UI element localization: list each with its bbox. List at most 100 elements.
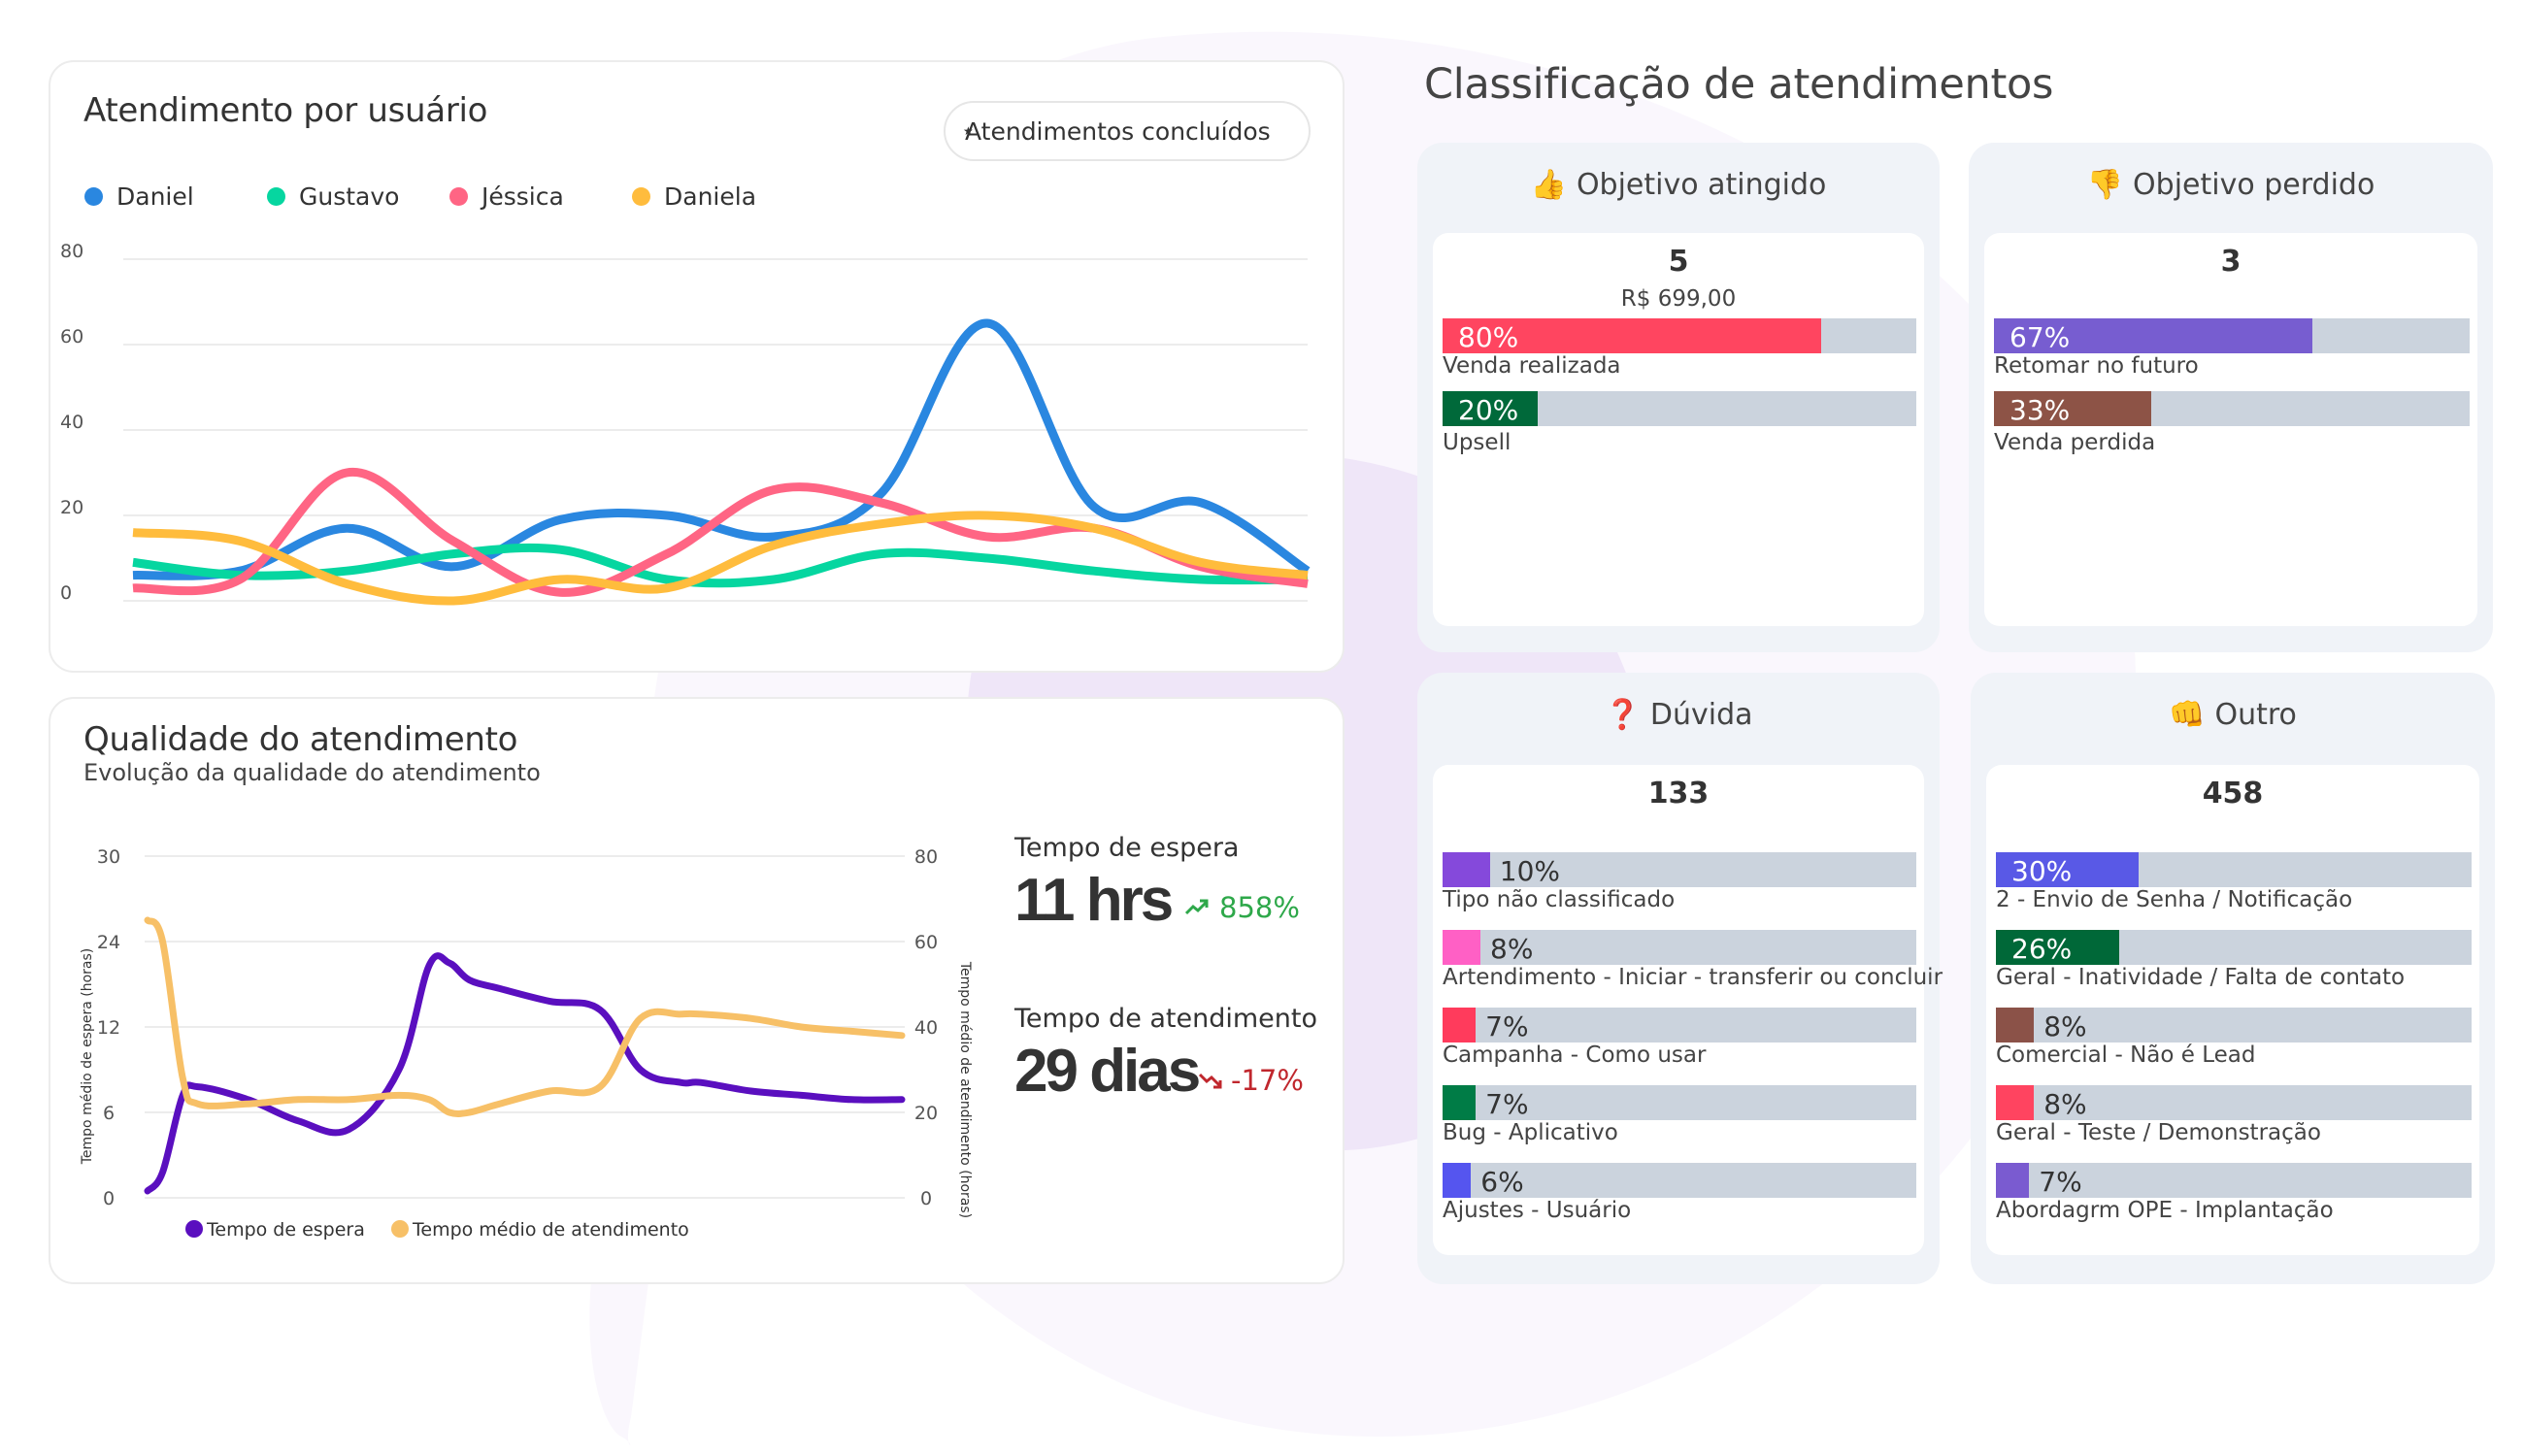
- legend-label: Tempo médio de atendimento: [412, 1219, 689, 1241]
- y-tick-label: 20: [60, 497, 83, 518]
- qualidade-card: Qualidade do atendimento Evolução da qua…: [49, 697, 1345, 1284]
- class-card-title: Objetivo atingido: [1576, 168, 1827, 202]
- class-card-outro: 👊 Outro 458 30% 2 - Envio de Senha / Notific…: [1971, 673, 2495, 1284]
- progress-bar: 7%: [1996, 1163, 2472, 1198]
- progress-bar-percent: 6%: [1480, 1166, 1524, 1198]
- progress-bar-percent: 67%: [2009, 321, 2071, 353]
- class-card-body: 5 R$ 699,00 80% Venda realizada 20% Upsell: [1433, 233, 1924, 626]
- progress-bar-fill: [1443, 1085, 1477, 1120]
- y-tick-label: 40: [60, 412, 83, 433]
- y-left-axis-title: Tempo médio de espera (horas): [80, 948, 95, 1166]
- class-card-objetivo-atingido: 👍 Objetivo atingido 5 R$ 699,00 80% Venda rea…: [1417, 143, 1940, 652]
- legend-item[interactable]: Tempo de espera: [185, 1219, 365, 1241]
- y-right-tick-label: 60: [914, 932, 938, 953]
- class-bar-row[interactable]: 6% Ajustes - Usuário: [1443, 1163, 1916, 1223]
- class-card-duvida: ❓ Dúvida 133 10% Tipo não classificado 8% Arte…: [1417, 673, 1943, 1284]
- progress-bar-label: Geral - Teste / Demonstração: [1996, 1120, 2321, 1145]
- class-card-header: 👍 Objetivo atingido: [1417, 168, 1940, 202]
- progress-bar: 7%: [1443, 1008, 1916, 1042]
- qualidade-line-chart: 0 6 12 24 30 0 20 40 60 80 Tempo médio de espera (…: [80, 846, 973, 1241]
- y-tick-label: 60: [60, 326, 83, 347]
- progress-bar: 67%: [1994, 318, 2470, 353]
- usuarios-card: Atendimento por usuário ★ Atendimentos c…: [49, 60, 1345, 673]
- progress-bar: 6%: [1443, 1163, 1916, 1198]
- class-bar-row[interactable]: 8% Comercial - Não é Lead: [1996, 1008, 2472, 1068]
- class-card-body: 458 30% 2 - Envio de Senha / Notificação 26…: [1986, 765, 2479, 1255]
- progress-bar-percent: 30%: [2011, 855, 2073, 887]
- progress-bar-label: Campanha - Como usar: [1443, 1042, 1707, 1068]
- y-right-tick-label: 0: [920, 1188, 932, 1209]
- progress-bar-label: Abordagrm OPE - Implantação: [1996, 1198, 2334, 1223]
- stat-label: Tempo de espera: [1014, 833, 1240, 863]
- progress-bar: 80%: [1443, 318, 1916, 353]
- progress-bar-percent: 8%: [2043, 1010, 2087, 1042]
- progress-bar-label: Upsell: [1443, 430, 1511, 455]
- class-bar-row[interactable]: 7% Bug - Aplicativo: [1443, 1085, 1916, 1145]
- class-bar-row[interactable]: 20% Upsell: [1443, 391, 1916, 455]
- class-bar-row[interactable]: 80% Venda realizada: [1443, 318, 1916, 379]
- progress-bar-label: Bug - Aplicativo: [1443, 1120, 1618, 1145]
- class-card-total: 458: [2202, 777, 2264, 811]
- y-right-tick-label: 20: [914, 1103, 938, 1124]
- progress-bar-label: Retomar no futuro: [1994, 353, 2199, 379]
- series-line-tempo-espera[interactable]: [144, 952, 906, 1195]
- stat-delta: 858%: [1184, 891, 1300, 924]
- class-bar-row[interactable]: 8% Artendimento - Iniciar - transferir ou…: [1443, 930, 1943, 990]
- progress-bar-percent: 26%: [2011, 933, 2073, 965]
- progress-bar-fill: [1996, 1085, 2035, 1120]
- class-bar-row[interactable]: 26% Geral - Inatividade / Falta de contat…: [1996, 930, 2472, 990]
- progress-bar-label: 2 - Envio de Senha / Notificação: [1996, 887, 2353, 912]
- progress-bar-label: Ajustes - Usuário: [1443, 1198, 1632, 1223]
- class-card-money: R$ 699,00: [1620, 286, 1737, 312]
- class-bar-row[interactable]: 8% Geral - Teste / Demonstração: [1996, 1085, 2472, 1145]
- y-tick-label: 80: [60, 241, 83, 262]
- class-card-body: 133 10% Tipo não classificado 8% Artendiment…: [1433, 765, 1943, 1255]
- y-left-tick-label: 30: [97, 846, 120, 868]
- class-card-body: 3 67% Retomar no futuro 33% Venda perdida: [1984, 233, 2477, 626]
- legend-dot: [185, 1220, 203, 1238]
- stat-value: 11 hrs: [1014, 867, 1174, 934]
- progress-bar-label: Venda realizada: [1443, 353, 1621, 379]
- progress-bar-percent: 8%: [2043, 1088, 2087, 1120]
- fist-icon: 👊: [2169, 698, 2206, 732]
- progress-bar-label: Artendimento - Iniciar - transferir ou c…: [1443, 965, 1943, 990]
- class-card-total: 133: [1647, 777, 1710, 811]
- class-card-title: Dúvida: [1649, 698, 1753, 732]
- legend-item[interactable]: Tempo médio de atendimento: [391, 1219, 689, 1241]
- progress-bar: 33%: [1994, 391, 2470, 426]
- class-card-header: 👊 Outro: [1971, 698, 2495, 732]
- class-bar-row[interactable]: 7% Abordagrm OPE - Implantação: [1996, 1163, 2472, 1223]
- y-left-tick-label: 12: [97, 1017, 120, 1039]
- progress-bar-label: Venda perdida: [1994, 430, 2156, 455]
- progress-bar-fill: [1443, 1163, 1472, 1198]
- class-bar-row[interactable]: 7% Campanha - Como usar: [1443, 1008, 1916, 1068]
- class-bar-row[interactable]: 33% Venda perdida: [1994, 391, 2470, 455]
- progress-bar-percent: 80%: [1458, 321, 1519, 353]
- stat-delta-value: -17%: [1231, 1064, 1304, 1097]
- series-line-tempo-atendimento[interactable]: [144, 916, 906, 1117]
- y-tick-label: 0: [60, 582, 72, 604]
- class-bar-row[interactable]: 67% Retomar no futuro: [1994, 318, 2470, 379]
- y-right-tick-label: 40: [914, 1017, 938, 1039]
- class-card-title: Objetivo perdido: [2133, 168, 2375, 202]
- trending-down-icon: [1198, 1073, 1222, 1089]
- progress-bar: 30%: [1996, 852, 2472, 887]
- classificacao-title: Classificação de atendimentos: [1424, 60, 2054, 109]
- progress-bar-label: Tipo não classificado: [1443, 887, 1676, 912]
- progress-bar: 26%: [1996, 930, 2472, 965]
- progress-bar: 8%: [1996, 1008, 2472, 1042]
- progress-bar-fill: [1443, 930, 1481, 965]
- class-card-objetivo-perdido: 👎 Objetivo perdido 3 67% Retomar no futuro 33…: [1969, 143, 2493, 652]
- progress-bar-percent: 7%: [1485, 1088, 1529, 1120]
- class-bar-row[interactable]: 30% 2 - Envio de Senha / Notificação: [1996, 852, 2472, 912]
- progress-bar: 7%: [1443, 1085, 1916, 1120]
- progress-bar-fill: [1996, 1008, 2035, 1042]
- legend-label: Tempo de espera: [206, 1219, 365, 1241]
- stat-delta-value: 858%: [1219, 891, 1300, 924]
- class-bar-row[interactable]: 10% Tipo não classificado: [1443, 852, 1916, 912]
- progress-bar: 20%: [1443, 391, 1916, 426]
- class-card-total: 3: [2220, 245, 2242, 279]
- progress-bar-percent: 7%: [2039, 1166, 2082, 1198]
- class-card-header: 👎 Objetivo perdido: [1969, 168, 2493, 202]
- progress-bar-percent: 33%: [2009, 394, 2071, 426]
